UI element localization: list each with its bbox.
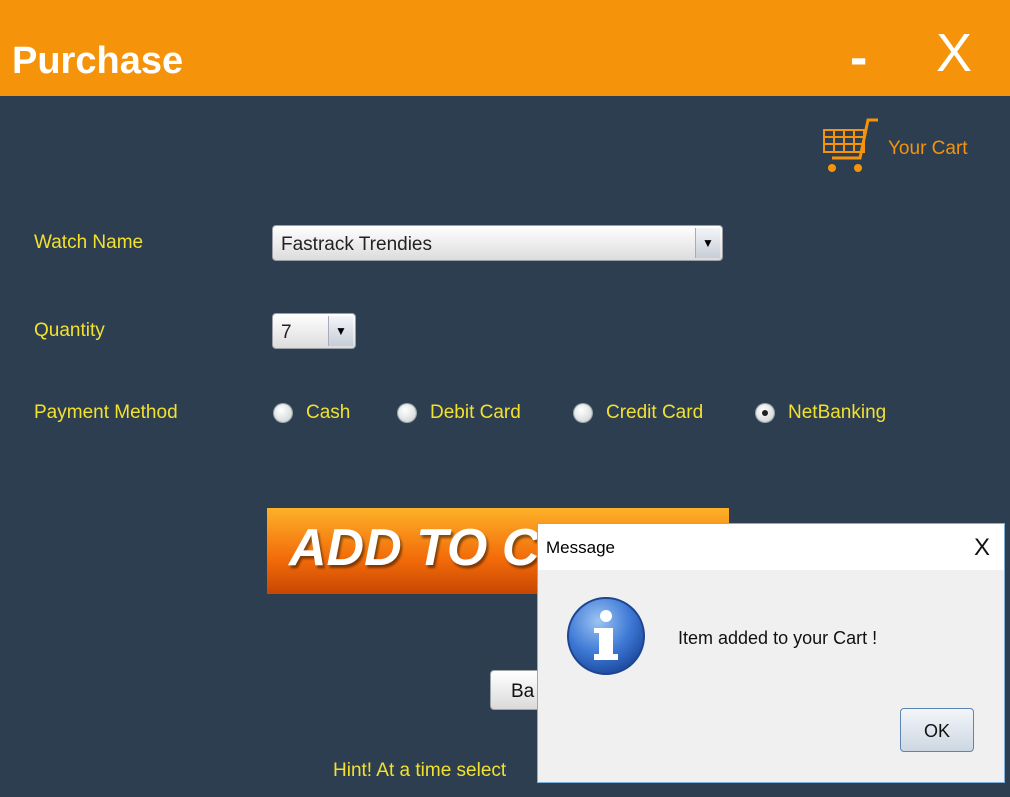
- dialog-title: Message: [546, 538, 615, 557]
- quantity-value: 7: [281, 322, 292, 343]
- back-button-label: Ba: [511, 681, 535, 702]
- window-title: Purchase: [12, 40, 184, 82]
- watch-name-select[interactable]: Fastrack Trendies ▼: [272, 225, 723, 261]
- radio-netbanking-label: NetBanking: [788, 402, 887, 423]
- shopping-cart-icon: [823, 118, 878, 172]
- dialog-close-button[interactable]: X: [974, 534, 990, 562]
- ok-button-label: OK: [923, 721, 950, 741]
- dialog-message: Item added to your Cart !: [678, 628, 878, 648]
- radio-button-selected: [756, 404, 774, 422]
- radio-debit-card-label: Debit Card: [430, 402, 521, 423]
- radio-button: [274, 404, 292, 422]
- minimize-button[interactable]: -: [850, 28, 867, 88]
- add-to-cart-label: ADD TO CA: [289, 519, 577, 577]
- your-cart-link[interactable]: Your Cart: [820, 118, 990, 178]
- watch-name-value: Fastrack Trendies: [281, 234, 432, 255]
- payment-method-label: Payment Method: [34, 402, 178, 423]
- radio-button: [398, 404, 416, 422]
- purchase-window: Purchase - X Your Cart Watch Name Fastra…: [0, 0, 1010, 797]
- close-button[interactable]: X: [936, 22, 972, 84]
- chevron-down-icon: ▼: [695, 228, 720, 258]
- title-bar: Purchase - X: [0, 0, 1010, 96]
- watch-name-label: Watch Name: [34, 232, 144, 253]
- chevron-down-icon: ▼: [328, 316, 353, 346]
- dialog-title-bar: Message X: [538, 524, 1004, 570]
- message-dialog: Message X Item added to your Cart ! OK: [537, 523, 1005, 783]
- ok-button[interactable]: OK: [900, 708, 974, 752]
- radio-cash-label: Cash: [306, 402, 351, 423]
- quantity-label: Quantity: [34, 320, 105, 341]
- quantity-select[interactable]: 7 ▼: [272, 313, 356, 349]
- your-cart-label: Your Cart: [888, 138, 968, 159]
- info-icon: [567, 597, 645, 675]
- hint-text: Hint! At a time select: [333, 760, 507, 781]
- radio-button: [574, 404, 592, 422]
- radio-credit-card-label: Credit Card: [606, 402, 704, 423]
